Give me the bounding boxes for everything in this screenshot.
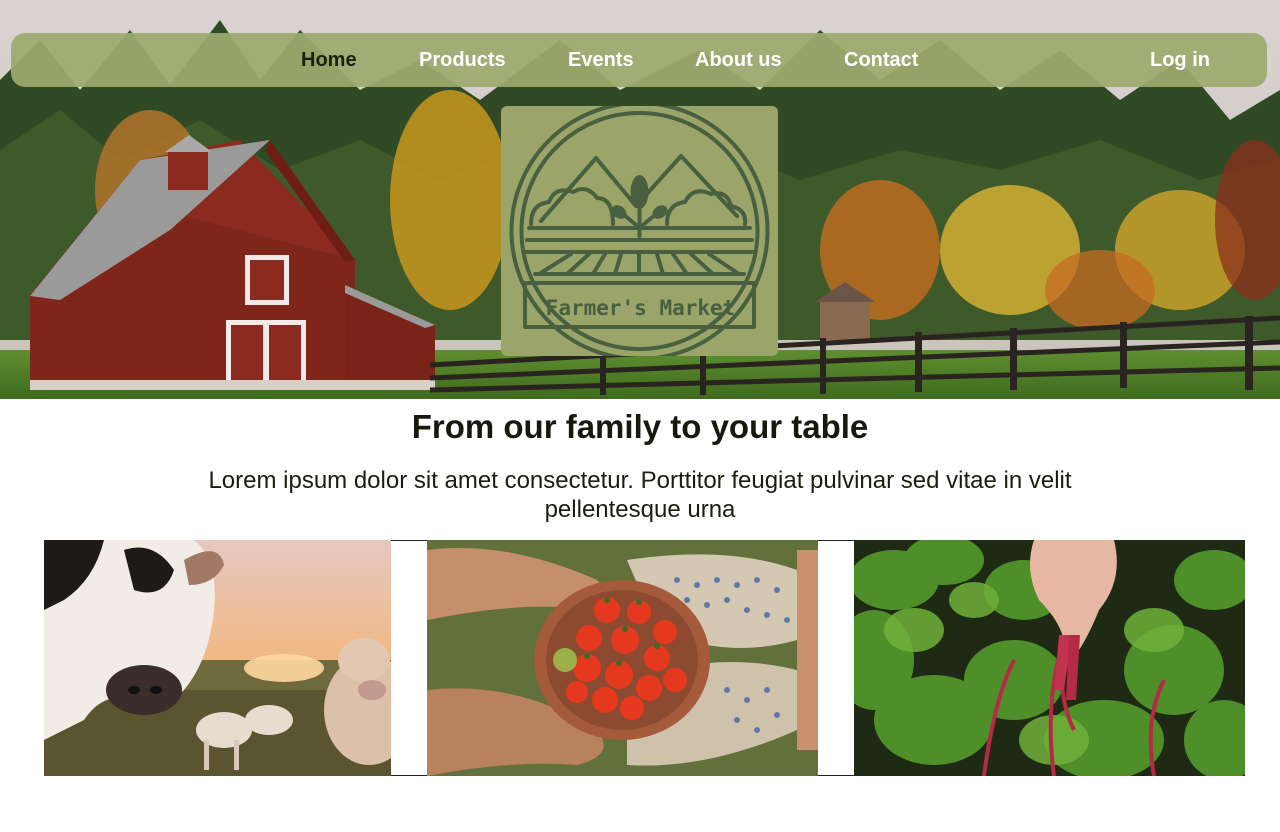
farmers-market-logo[interactable]: Farmer's Market xyxy=(501,106,778,356)
intro-text: Lorem ipsum dolor sit amet consectetur. … xyxy=(208,467,1072,523)
logo-text: Farmer's Market xyxy=(545,296,736,320)
page-headline: From our family to your table xyxy=(411,408,869,445)
nav-link-contact[interactable]: Contact xyxy=(844,33,918,87)
nav-link-about-us[interactable]: About us xyxy=(695,33,782,87)
cows-image xyxy=(44,540,391,776)
gallery-photo-tomatoes[interactable] xyxy=(427,540,818,776)
login-link[interactable]: Log in xyxy=(1150,33,1210,87)
nav-link-events[interactable]: Events xyxy=(568,33,634,87)
leafy-greens-image xyxy=(854,540,1245,776)
tomato-bowl-image xyxy=(427,540,818,776)
gallery-photo-greens[interactable] xyxy=(854,540,1245,776)
top-navigation-bar: Home Products Events About us Contact Lo… xyxy=(11,33,1267,87)
hero-banner: Home Products Events About us Contact Lo… xyxy=(0,0,1280,399)
gallery-photo-cows[interactable] xyxy=(44,540,391,776)
nav-link-products[interactable]: Products xyxy=(419,33,506,87)
nav-link-home[interactable]: Home xyxy=(301,33,357,87)
